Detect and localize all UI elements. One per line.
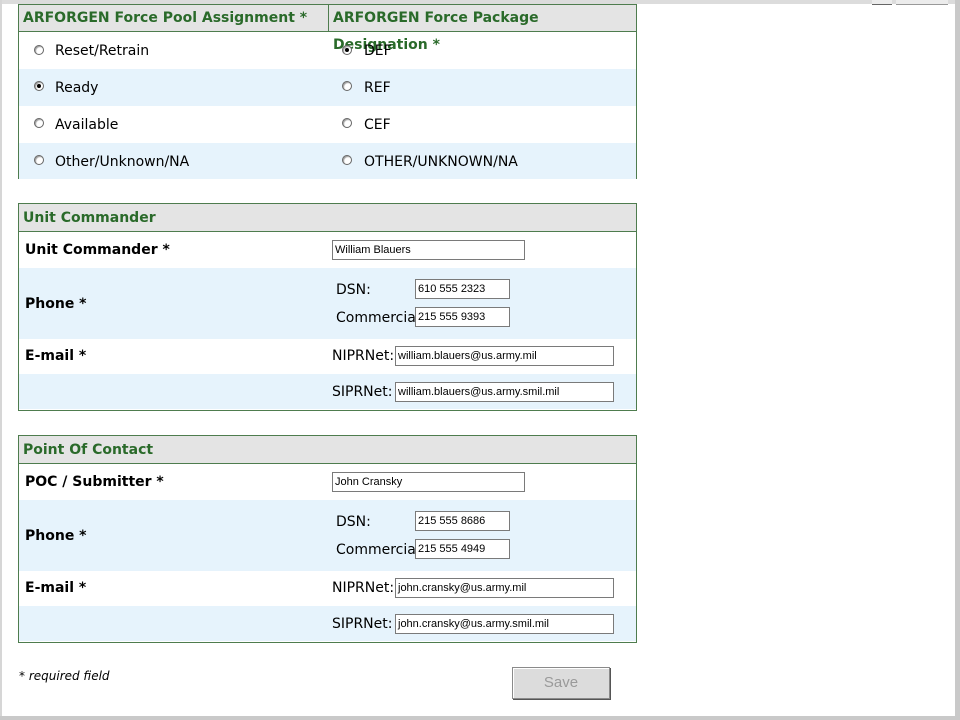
poc-email-row: E-mail * NIPRNet: john.cransky@us.army.m… [19, 571, 636, 606]
commander-siprnet-input[interactable]: william.blauers@us.army.smil.mil [395, 382, 614, 402]
radio-ready[interactable] [34, 81, 44, 91]
radio-label: OTHER/UNKNOWN/NA [364, 154, 518, 170]
poc-name-input[interactable]: John Cransky [332, 472, 525, 492]
radio-row: Other/Unknown/NA OTHER/UNKNOWN/NA [19, 143, 636, 179]
point-of-contact-section: Point Of Contact POC / Submitter * John … [18, 435, 637, 643]
radio-label: Available [55, 117, 119, 133]
radio-cef[interactable] [342, 118, 352, 128]
window-bottom-border [0, 716, 955, 720]
window-right-border [955, 0, 960, 720]
radio-row: Available CEF [19, 106, 636, 143]
niprnet-label: NIPRNet: [332, 348, 395, 364]
commander-commercial-input[interactable]: 215 555 9393 [415, 307, 510, 327]
poc-phone-row: Phone * DSN: 215 555 8686 Commercial: 21… [19, 500, 636, 571]
commander-niprnet-input[interactable]: william.blauers@us.army.mil [395, 346, 614, 366]
arforgen-section: ARFORGEN Force Pool Assignment * ARFORGE… [18, 4, 637, 179]
radio-available[interactable] [34, 118, 44, 128]
pool-assignment-heading: ARFORGEN Force Pool Assignment * [23, 10, 308, 26]
arforgen-header: ARFORGEN Force Pool Assignment * ARFORGE… [19, 5, 636, 53]
poc-siprnet-input[interactable]: john.cransky@us.army.smil.mil [395, 614, 614, 634]
commercial-label: Commercial: [336, 310, 425, 326]
niprnet-label: NIPRNet: [332, 580, 395, 596]
poc-sipr-row: SIPRNet: john.cransky@us.army.smil.mil [19, 606, 636, 641]
dsn-label: DSN: [336, 282, 371, 298]
save-button[interactable]: Save [512, 667, 610, 699]
radio-label: DEF [364, 43, 392, 59]
radio-label: CEF [364, 117, 391, 133]
field-label: E-mail * [25, 580, 87, 596]
radio-label: Ready [55, 80, 99, 96]
radio-other-unknown-na-package[interactable] [342, 155, 352, 165]
radio-ref[interactable] [342, 81, 352, 91]
radio-label: Reset/Retrain [55, 43, 150, 59]
poc-name-row: POC / Submitter * John Cransky [19, 464, 636, 500]
unit-commander-section: Unit Commander Unit Commander * William … [18, 203, 637, 411]
poc-niprnet-input[interactable]: john.cransky@us.army.mil [395, 578, 614, 598]
radio-other-unknown-na[interactable] [34, 155, 44, 165]
field-label: Phone * [25, 528, 87, 544]
siprnet-label: SIPRNet: [332, 384, 393, 400]
field-label: Phone * [25, 296, 87, 312]
radio-row: Reset/Retrain DEF [19, 32, 636, 69]
toolbar-button[interactable] [896, 0, 948, 5]
field-label: Unit Commander * [25, 242, 170, 258]
section-header: Point Of Contact [19, 436, 636, 464]
commander-dsn-input[interactable]: 610 555 2323 [415, 279, 510, 299]
field-label: E-mail * [25, 348, 87, 364]
commander-name-input[interactable]: William Blauers [332, 240, 525, 260]
radio-def[interactable] [342, 45, 352, 55]
commander-email-row: E-mail * NIPRNet: william.blauers@us.arm… [19, 339, 636, 374]
radio-row: Ready REF [19, 69, 636, 106]
section-header: Unit Commander [19, 204, 636, 232]
commander-sipr-row: SIPRNet: william.blauers@us.army.smil.mi… [19, 374, 636, 409]
header-divider [328, 5, 329, 31]
commercial-label: Commercial: [336, 542, 425, 558]
dsn-label: DSN: [336, 514, 371, 530]
commander-phone-row: Phone * DSN: 610 555 2323 Commercial: 21… [19, 268, 636, 339]
commander-name-row: Unit Commander * William Blauers [19, 232, 636, 268]
window-left-border [0, 0, 2, 720]
poc-commercial-input[interactable]: 215 555 4949 [415, 539, 510, 559]
radio-reset-retrain[interactable] [34, 45, 44, 55]
radio-label: REF [364, 80, 391, 96]
required-field-note: * required field [19, 669, 110, 683]
radio-label: Other/Unknown/NA [55, 154, 190, 170]
siprnet-label: SIPRNet: [332, 616, 393, 632]
poc-dsn-input[interactable]: 215 555 8686 [415, 511, 510, 531]
toolbar-button[interactable] [872, 0, 892, 5]
field-label: POC / Submitter * [25, 474, 164, 490]
